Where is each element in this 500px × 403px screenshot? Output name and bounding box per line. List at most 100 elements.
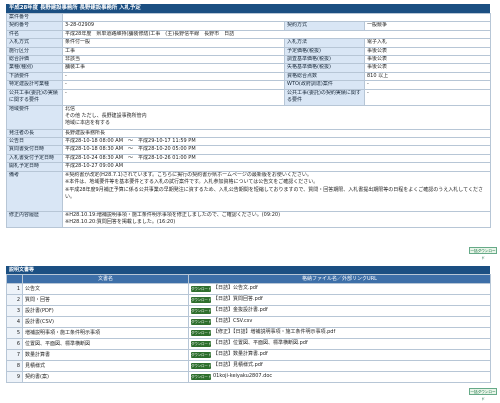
doc-number: 7 — [6, 349, 23, 361]
download-button[interactable]: ダウンロード — [191, 340, 211, 347]
table-row: 4 設計書(CSV) ダウンロード 【日詰】CSV.csv — [6, 316, 491, 328]
doc-name: 増補説明事項・施工条件明示事項 — [22, 327, 189, 339]
info-value: 北信 その他 ただし、長野建設事務所管内 地域に本店を有する — [61, 104, 492, 130]
doc-filename: 【日詰】公告文.pdf — [213, 285, 258, 291]
info-label: 調査基準価格(税抜) — [284, 55, 365, 65]
info-row: 業種(種別) 舗装工事 失格基準価格(税抜) 事後公表 — [6, 63, 492, 73]
info-row: 総合評価 非該当 調査基準価格(税抜) 事後公表 — [6, 55, 492, 65]
table-row: 9 契約書(案) ダウンロード 01koji-keiyaku2807.doc — [6, 371, 491, 383]
doc-filename: 【日詰】質問回答.pdf — [213, 296, 263, 302]
info-label: 下請要件 — [6, 71, 63, 82]
info-row: 下請要件 - 資格総合点数 810 以上 — [6, 71, 492, 82]
info-row: 特定建設計可業種 - WTO(政府調達)案件 - — [6, 80, 492, 90]
info-label: 契約番号 — [6, 21, 63, 31]
info-value: 事後公表 — [363, 63, 492, 73]
info-label: 入札方法 — [284, 38, 365, 48]
info-label: 施行区分 — [6, 46, 63, 57]
info-label: 件名 — [6, 29, 63, 40]
info-row: 修正内容履歴 ※H28.10.19:増補説明事項・施工条件明示事項を修正しましたの… — [6, 210, 492, 228]
info-row: 地域要件 北信 その他 ただし、長野建設事務所管内 地域に本店を有する — [6, 104, 492, 130]
download-button[interactable]: ダウンロード — [191, 329, 211, 336]
col-header-name: 文書名 — [22, 274, 189, 284]
doc-filename: 【日詰】位置図、平面図、標準横断図.pdf — [213, 340, 308, 346]
download-button[interactable]: ダウンロード — [191, 362, 211, 369]
doc-file-cell: ダウンロード 01koji-keiyaku2807.doc — [188, 371, 491, 383]
info-label: 開札予定日時 — [6, 162, 63, 172]
info-row: 案件番号 — [6, 12, 492, 23]
info-label: 入札書受付予定日時 — [6, 153, 63, 164]
doc-file-cell: ダウンロード 【日詰】CSV.csv — [188, 316, 491, 328]
table-row: 3 設計書(PDF) ダウンロード 【日詰】金抜設計書.pdf — [6, 305, 491, 317]
bulk-download-button-top[interactable]: 一括ダウンロード — [469, 247, 497, 260]
info-row: 公共工事(委託)の実績に関する要件 - 公共工事(委託)の契約実績に関する要件 - — [6, 88, 492, 106]
doc-number: 3 — [6, 305, 23, 317]
download-button[interactable]: ダウンロード — [191, 318, 211, 325]
info-value: - — [62, 80, 285, 90]
info-value: 平成28-10-24 08:30 AM ～ 平成28-10-26 01:00 P… — [61, 153, 492, 164]
doc-number: 5 — [6, 327, 23, 339]
info-value: 810 以上 — [363, 71, 492, 82]
info-label: 資格総合点数 — [284, 71, 365, 82]
docs-section-title: 説明文書等 — [6, 266, 490, 274]
download-button[interactable]: ダウンロード — [191, 307, 211, 314]
info-value: 一般競争 — [363, 21, 492, 31]
table-row: 5 増補説明事項・施工条件明示事項 ダウンロード 【修正】【日詰】増補説明事項・施工条… — [6, 327, 491, 339]
info-row: 施行区分 工事 予定価格(税抜) 事後公表 — [6, 46, 492, 57]
doc-filename: 【日詰】数量計算書.pdf — [213, 351, 268, 357]
doc-filename: 【修正】【日詰】増補説明事項・施工条件明示事項.pdf — [213, 329, 336, 335]
info-value: 平成28年度 県単道路維持(舗装修繕)工事 (主)長野信平線 長野市 日詰 — [61, 29, 492, 40]
doc-filename: 【日詰】見積様式.pdf — [213, 362, 263, 368]
info-label: WTO(政府調達)案件 — [284, 80, 365, 90]
doc-filename: 【日詰】CSV.csv — [213, 318, 253, 324]
doc-file-cell: ダウンロード 【日詰】数量計算書.pdf — [188, 349, 491, 361]
info-value: - — [62, 71, 285, 82]
info-label: 地域要件 — [6, 104, 63, 130]
info-value: 平成28-10-27 09:00 AM — [61, 162, 492, 172]
col-header-file: 格納ファイル名／外部リンクURL — [188, 274, 491, 284]
info-value: 平成28-10-18 08:00 AM ～ 平成29-10-17 11:59 P… — [61, 137, 492, 147]
info-value: 平成28-10-18 08:30 AM ～ 平成28-10-20 05:00 P… — [61, 145, 492, 155]
info-row: 質問書受付日時 平成28-10-18 08:30 AM ～ 平成28-10-20 … — [6, 145, 492, 155]
doc-name: 契約書(案) — [22, 371, 189, 383]
doc-name: 位置図、平面図、標準横断図 — [22, 338, 189, 350]
doc-file-cell: ダウンロード 【日詰】金抜設計書.pdf — [188, 305, 491, 317]
info-value: 事後公表 — [363, 55, 492, 65]
doc-name: 数量計算書 — [22, 349, 189, 361]
info-row: 契約番号 3-28-02909 契約方式 一般競争 — [6, 21, 492, 31]
doc-name: 公告文 — [22, 283, 189, 295]
download-button[interactable]: ダウンロード — [191, 296, 211, 303]
info-label: 修正内容履歴 — [6, 210, 63, 228]
info-label: 案件番号 — [6, 12, 63, 23]
table-row: 7 数量計算書 ダウンロード 【日詰】数量計算書.pdf — [6, 349, 491, 361]
info-value: 非該当 — [62, 55, 285, 65]
info-value: ※契約書が改定(H28.7.1)されています。こちらに掲行の契約書か県ホームペー… — [61, 170, 492, 212]
download-button[interactable]: ダウンロード — [191, 351, 211, 358]
info-label: 備考 — [6, 170, 63, 212]
bid-info-table: 案件番号 契約番号 3-28-02909 契約方式 一般競争 件名 平成28年度 県単道路維… — [6, 12, 492, 228]
download-button[interactable]: ダウンロード — [191, 285, 211, 292]
info-label: 公告日 — [6, 137, 63, 147]
info-label: 契約方式 — [284, 21, 365, 31]
doc-number: 9 — [6, 371, 23, 383]
docs-table: 文書名 格納ファイル名／外部リンクURL 1 公告文 ダウンロード 【日詰】公告文.p… — [6, 274, 491, 383]
info-value: - — [62, 88, 285, 106]
info-row: 入札方式 条件付一般 入札方法 電子入札 — [6, 38, 492, 48]
table-row: 6 位置図、平面図、標準横断図 ダウンロード 【日詰】位置図、平面図、標準横断図.pd… — [6, 338, 491, 350]
info-label: 失格基準価格(税抜) — [284, 63, 365, 73]
doc-number: 6 — [6, 338, 23, 350]
info-value: - — [363, 80, 492, 90]
col-header-no — [6, 274, 23, 284]
doc-number: 4 — [6, 316, 23, 328]
info-label: 公共工事(委託)の契約実績に関する要件 — [284, 88, 365, 106]
info-value: 条件付一般 — [62, 38, 285, 48]
download-button[interactable]: ダウンロード — [191, 373, 211, 380]
info-row: 件名 平成28年度 県単道路維持(舗装修繕)工事 (主)長野信平線 長野市 日詰 — [6, 29, 492, 40]
info-value: 電子入札 — [363, 38, 492, 48]
table-row: 1 公告文 ダウンロード 【日詰】公告文.pdf — [6, 283, 491, 295]
page-title: 平成28年度 長野建設事務所 長野建設事務所 入札予定 — [6, 4, 490, 13]
info-value: 長野建設事務所長 — [61, 128, 492, 139]
doc-name: 質問・回答 — [22, 294, 189, 306]
bulk-download-button-bottom[interactable]: 一括ダウンロード — [469, 388, 497, 401]
info-label: 入札方式 — [6, 38, 63, 48]
doc-name: 設計書(PDF) — [22, 305, 189, 317]
